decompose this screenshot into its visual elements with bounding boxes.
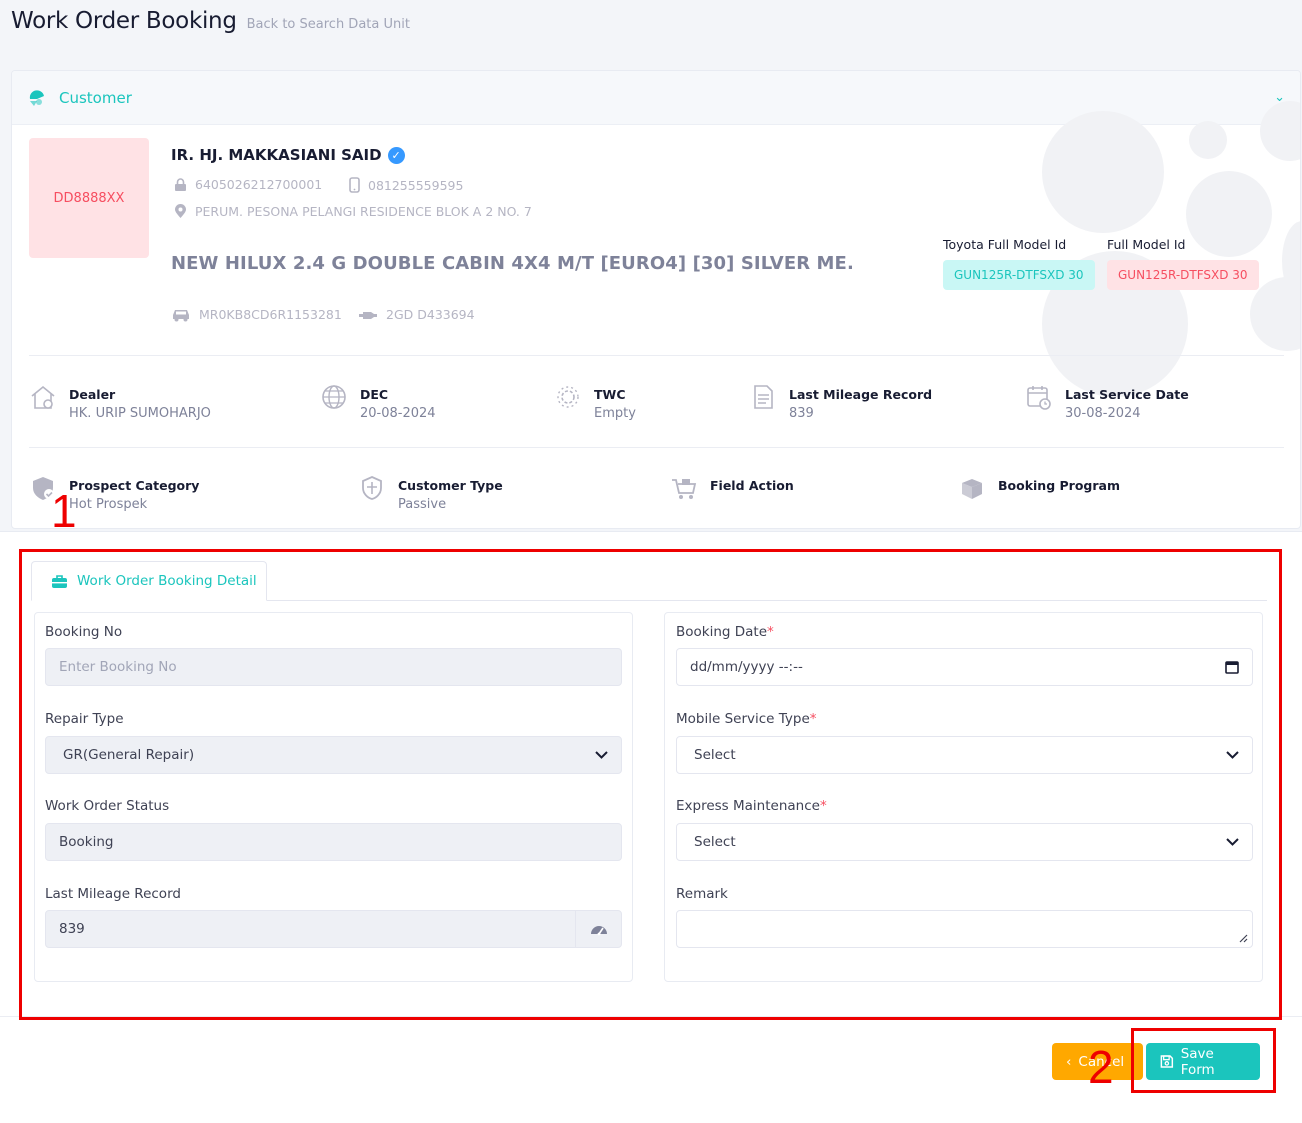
annotation-box-1: [19, 549, 1282, 1020]
info-last-service: Last Service Date 30-08-2024: [1025, 383, 1189, 421]
license-plate: DD8888XX: [29, 138, 149, 258]
info-label: Dealer: [69, 387, 116, 402]
vehicle-name: NEW HILUX 2.4 G DOUBLE CABIN 4X4 M/T [EU…: [171, 253, 854, 274]
location-pin-icon: [175, 204, 186, 218]
customer-name: IR. HJ. MAKKASIANI SAID: [171, 146, 382, 164]
info-label: Booking Program: [998, 478, 1120, 493]
info-value: Hot Prospek: [69, 497, 148, 512]
divider: [29, 447, 1284, 448]
info-label: TWC: [594, 387, 626, 402]
lock-icon: [175, 178, 186, 191]
vin-row: MR0KB8CD6R1153281: [171, 307, 342, 322]
phone-row: 081255559595: [349, 177, 463, 193]
home-icon: [31, 385, 55, 409]
id-number-row: 6405026212700001: [174, 177, 322, 192]
info-value: Passive: [398, 497, 447, 512]
info-label: Last Service Date: [1065, 387, 1189, 402]
calendar-icon: [1027, 386, 1051, 410]
toyota-model-block: Toyota Full Model Id GUN125R-DTFSXD 30: [943, 237, 1095, 290]
annotation-box-2: [1131, 1028, 1276, 1093]
info-dec: DEC 20-08-2024: [320, 383, 436, 421]
customer-name-row: IR. HJ. MAKKASIANI SAID ✓: [171, 146, 405, 164]
customer-section-title: Customer: [59, 88, 132, 107]
page-title: Work Order Booking: [11, 8, 237, 34]
globe-icon: [322, 385, 346, 409]
toyota-model-label: Toyota Full Model Id: [943, 237, 1067, 252]
info-value: Empty: [594, 406, 636, 421]
decor-bubble: [1042, 111, 1164, 233]
info-label: Field Action: [710, 478, 794, 493]
full-model-label: Full Model Id: [1107, 237, 1186, 252]
info-value: 839: [789, 406, 814, 421]
chevron-left-icon: ‹: [1066, 1053, 1072, 1070]
customer-address: PERUM. PESONA PELANGI RESIDENCE BLOK A 2…: [195, 204, 532, 219]
info-field-action: Field Action: [670, 474, 794, 502]
annotation-number-2: 2: [1088, 1041, 1114, 1093]
info-value: HK. URIP SUMOHARJO: [69, 406, 211, 421]
decor-bubble: [1189, 121, 1227, 159]
divider: [29, 355, 1284, 356]
phone-icon: [349, 177, 360, 193]
engine-number: 2GD D433694: [386, 307, 475, 322]
info-booking-program: Booking Program: [958, 474, 1120, 502]
customer-section-icon: [29, 89, 44, 106]
info-value: 20-08-2024: [360, 406, 436, 421]
full-model-block: Full Model Id GUN125R-DTFSXD 30: [1107, 237, 1259, 290]
info-label: Prospect Category: [69, 478, 200, 493]
car-icon: [173, 309, 189, 321]
vin-number: MR0KB8CD6R1153281: [199, 307, 342, 322]
engine-row: 2GD D433694: [358, 307, 475, 322]
info-dealer: Dealer HK. URIP SUMOHARJO: [29, 383, 211, 421]
info-customer-type: Customer Type Passive: [358, 474, 503, 512]
annotation-number-1: 1: [51, 485, 77, 537]
engine-icon: [359, 311, 377, 319]
back-to-search-link[interactable]: Back to Search Data Unit: [247, 17, 410, 32]
verified-icon: ✓: [387, 146, 405, 164]
shield-icon: [362, 476, 382, 500]
info-label: Last Mileage Record: [789, 387, 933, 402]
customer-card: Customer ⌄ DD8888XX IR. HJ. MAKKASIANI S…: [11, 70, 1301, 529]
full-model-badge: GUN125R-DTFSXD 30: [1107, 260, 1259, 290]
page-header: Work Order Booking Back to Search Data U…: [11, 8, 410, 34]
id-number: 6405026212700001: [195, 177, 323, 192]
address-row: PERUM. PESONA PELANGI RESIDENCE BLOK A 2…: [174, 204, 532, 219]
info-last-mileage: Last Mileage Record 839: [749, 383, 932, 421]
info-twc: TWC Empty: [554, 383, 636, 421]
cart-icon: [672, 479, 697, 499]
box-icon: [962, 479, 982, 499]
toyota-model-badge: GUN125R-DTFSXD 30: [943, 260, 1095, 290]
info-label: DEC: [360, 387, 389, 402]
phone-number: 081255559595: [368, 177, 464, 193]
info-value: 30-08-2024: [1065, 406, 1141, 421]
gear-icon: [557, 386, 579, 408]
document-icon: [754, 385, 773, 409]
info-label: Customer Type: [398, 478, 503, 493]
